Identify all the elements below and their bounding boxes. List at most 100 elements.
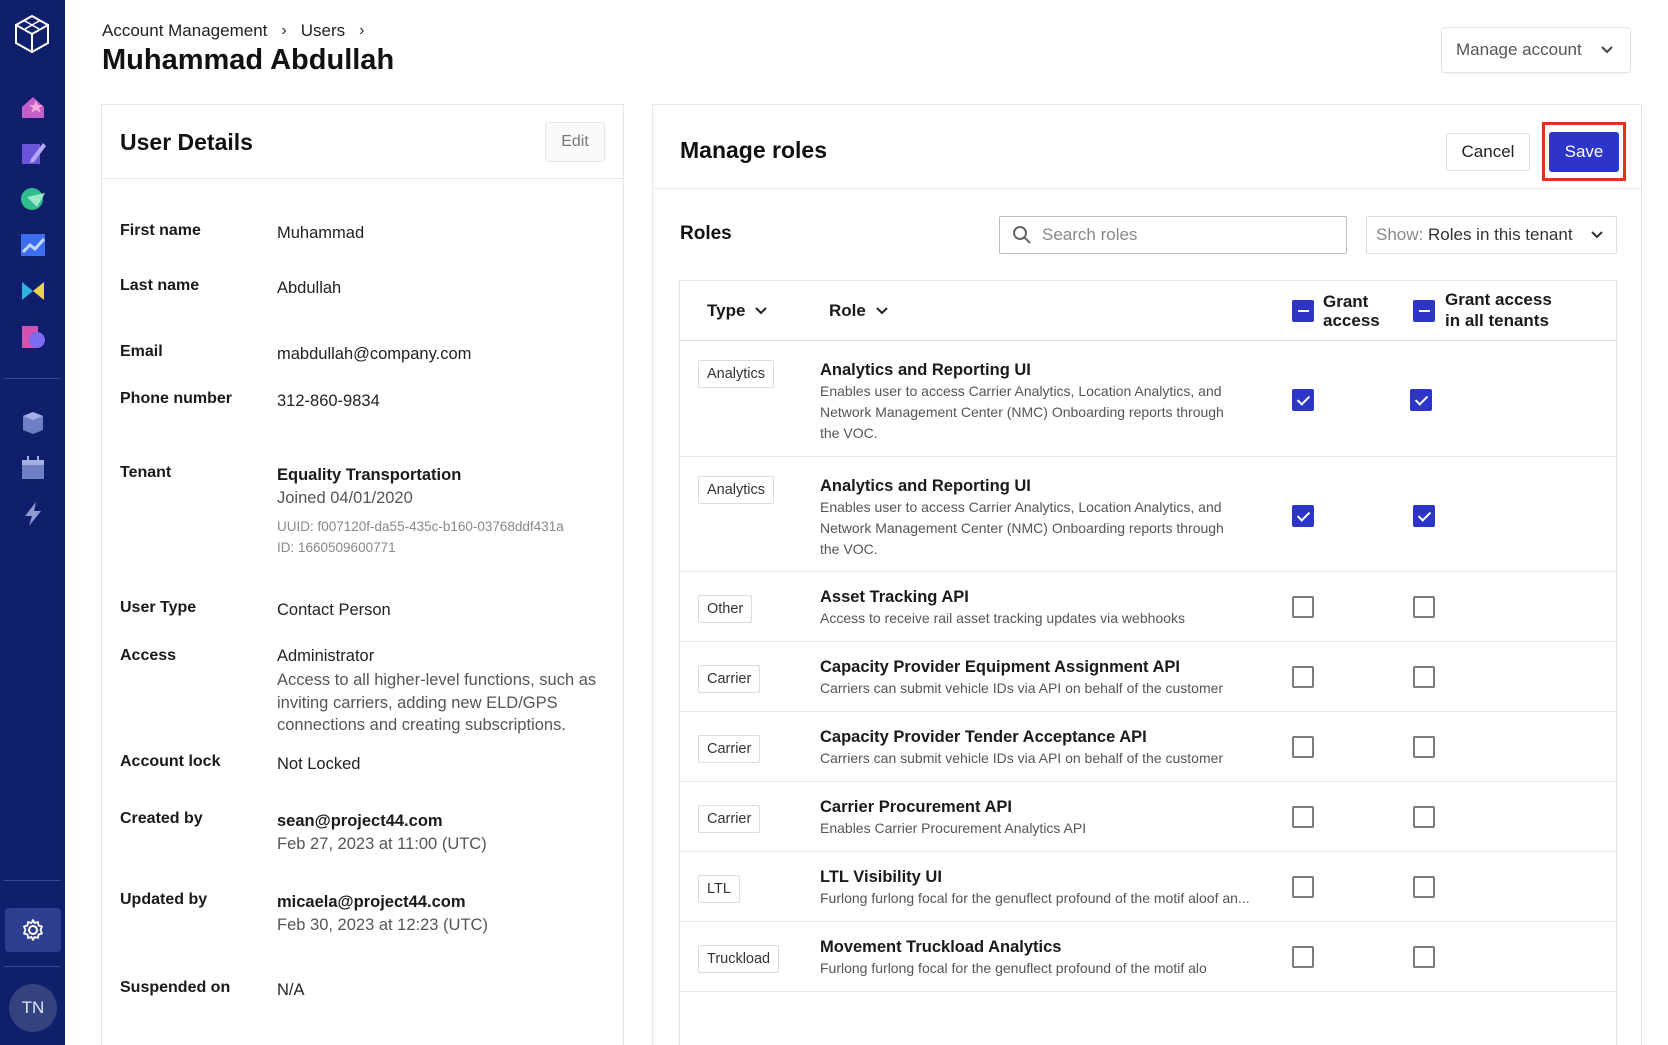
column-grant-header: Grant access: [1323, 292, 1380, 330]
user-details-panel: User Details Edit First name Muhammad La…: [101, 104, 624, 1045]
field-label: Created by: [120, 810, 203, 827]
role-description: Furlong furlong focal for the genuflect …: [820, 888, 1260, 909]
role-description-line: Furlong furlong focal for the genuflect …: [820, 890, 1250, 906]
role-description: Furlong furlong focal for the genuflect …: [820, 958, 1260, 979]
role-name: Carrier Procurement API: [820, 798, 1012, 816]
document-icon[interactable]: [19, 323, 47, 351]
column-grant-all-header: Grant access in all tenants: [1445, 290, 1552, 330]
grant-all-tenants-checkbox[interactable]: [1413, 666, 1435, 688]
access-value: Administrator: [277, 647, 375, 665]
role-name: Analytics and Reporting UI: [820, 361, 1031, 379]
grant-all-tenants-checkbox[interactable]: [1413, 505, 1435, 527]
field-value: Abdullah: [277, 279, 342, 297]
grant-access-checkbox[interactable]: [1292, 736, 1314, 758]
grant-access-checkbox[interactable]: [1292, 596, 1314, 618]
role-type-badge: Analytics: [698, 360, 775, 388]
tenant-name: Equality Transportation: [277, 466, 462, 484]
role-description-line: Furlong furlong focal for the genuflect …: [820, 960, 1207, 976]
role-description-line: Enables user to access Carrier Analytics…: [820, 499, 1222, 515]
role-description-line: the VOC.: [820, 425, 878, 441]
field-value: Muhammad: [277, 224, 365, 242]
search-roles-field[interactable]: [999, 216, 1347, 254]
edit-button[interactable]: Edit: [545, 122, 605, 162]
role-name: Capacity Provider Equipment Assignment A…: [820, 658, 1181, 676]
home-star-icon[interactable]: [19, 93, 47, 121]
column-role-header[interactable]: Role: [829, 301, 888, 321]
grant-access-select-all-checkbox[interactable]: [1292, 300, 1314, 322]
show-prefix: Show:: [1376, 225, 1424, 244]
created-by-value: sean@project44.com: [277, 812, 443, 830]
grant-all-tenants-select-all-checkbox[interactable]: [1413, 300, 1435, 322]
field-label: Suspended on: [120, 979, 231, 996]
field-value: Contact Person: [277, 601, 391, 619]
table-row: LTL LTL Visibility UI Furlong furlong foca…: [680, 852, 1616, 922]
grant-access-checkbox[interactable]: [1292, 946, 1314, 968]
role-description: Enables Carrier Procurement Analytics AP…: [820, 818, 1260, 839]
field-label: Phone number: [120, 390, 233, 407]
chevron-down-icon: [1601, 46, 1613, 54]
breadcrumb-account-management[interactable]: Account Management: [102, 21, 267, 41]
box-icon[interactable]: [19, 408, 47, 436]
role-name: Capacity Provider Tender Acceptance API: [820, 728, 1147, 746]
role-description: Carriers can submit vehicle IDs via API …: [820, 678, 1260, 699]
logo-icon[interactable]: [14, 14, 50, 54]
lightning-icon[interactable]: [19, 500, 47, 528]
role-name: Movement Truckload Analytics: [820, 938, 1062, 956]
save-button[interactable]: Save: [1549, 132, 1619, 172]
role-description-line: Network Management Center (NMC) Onboardi…: [820, 520, 1224, 536]
column-type-header[interactable]: Type: [707, 301, 768, 321]
role-name: Analytics and Reporting UI: [820, 477, 1031, 495]
role-type-badge: Truckload: [698, 945, 780, 973]
gear-icon: [23, 919, 43, 941]
chart-icon[interactable]: [19, 231, 47, 259]
chat-icon[interactable]: [19, 185, 47, 213]
grant-all-tenants-checkbox[interactable]: [1413, 806, 1435, 828]
grant-access-checkbox[interactable]: [1292, 806, 1314, 828]
field-label: Last name: [120, 277, 200, 294]
grant-all-tenants-checkbox[interactable]: [1413, 596, 1435, 618]
table-row: Carrier Capacity Provider Equipment Assig…: [680, 642, 1616, 712]
show-filter-select[interactable]: Show: Roles in this tenant: [1366, 216, 1617, 254]
breadcrumb-separator: ›: [281, 22, 287, 39]
table-row: Carrier Capacity Provider Tender Acceptan…: [680, 712, 1616, 782]
manage-roles-panel: Manage roles Cancel Save Roles Show: Rol…: [652, 104, 1642, 1045]
grant-all-tenants-checkbox[interactable]: [1413, 876, 1435, 898]
calendar-icon[interactable]: [19, 454, 47, 482]
tenant-joined: Joined 04/01/2020: [277, 489, 413, 507]
chevron-down-icon: [876, 307, 888, 315]
flag-icon[interactable]: [19, 277, 47, 305]
manage-account-dropdown[interactable]: Manage account: [1441, 27, 1631, 73]
settings-nav-item[interactable]: [5, 908, 61, 952]
cancel-button[interactable]: Cancel: [1446, 133, 1530, 171]
breadcrumb-users[interactable]: Users: [301, 21, 345, 41]
role-description: Access to receive rail asset tracking up…: [820, 608, 1260, 629]
grant-access-checkbox[interactable]: [1292, 666, 1314, 688]
field-value: N/A: [277, 981, 305, 999]
role-type-badge: Carrier: [698, 735, 761, 763]
pencil-icon[interactable]: [19, 139, 47, 167]
table-row: Carrier Carrier Procurement API Enables Ca…: [680, 782, 1616, 852]
grant-all-tenants-checkbox[interactable]: [1410, 389, 1432, 411]
field-label: Tenant: [120, 464, 172, 481]
grant-access-checkbox[interactable]: [1292, 505, 1314, 527]
role-description: Enables user to access Carrier Analytics…: [820, 381, 1260, 444]
search-input[interactable]: [1042, 225, 1332, 245]
field-label: Access: [120, 647, 177, 664]
grant-access-checkbox[interactable]: [1292, 389, 1314, 411]
grant-all-tenants-checkbox[interactable]: [1413, 736, 1435, 758]
role-type-badge: Other: [698, 595, 753, 623]
field-value: mabdullah@company.com: [277, 345, 472, 363]
table-row: Truckload Movement Truckload Analytics Fur…: [680, 922, 1616, 992]
field-label: User Type: [120, 599, 197, 616]
role-type-badge: LTL: [698, 875, 740, 903]
grant-all-tenants-checkbox[interactable]: [1413, 946, 1435, 968]
created-by-date: Feb 27, 2023 at 11:00 (UTC): [277, 835, 487, 853]
role-description-line: Enables user to access Carrier Analytics…: [820, 383, 1222, 399]
table-row: Other Asset Tracking API Access to receive…: [680, 572, 1616, 642]
grant-access-checkbox[interactable]: [1292, 876, 1314, 898]
table-row: Analytics Analytics and Reporting UI Enabl…: [680, 341, 1616, 457]
sidebar-nav: TN: [0, 0, 65, 1045]
avatar[interactable]: TN: [9, 984, 57, 1032]
manage-roles-title: Manage roles: [680, 137, 827, 163]
tenant-id: ID: 1660509600771: [277, 540, 396, 555]
